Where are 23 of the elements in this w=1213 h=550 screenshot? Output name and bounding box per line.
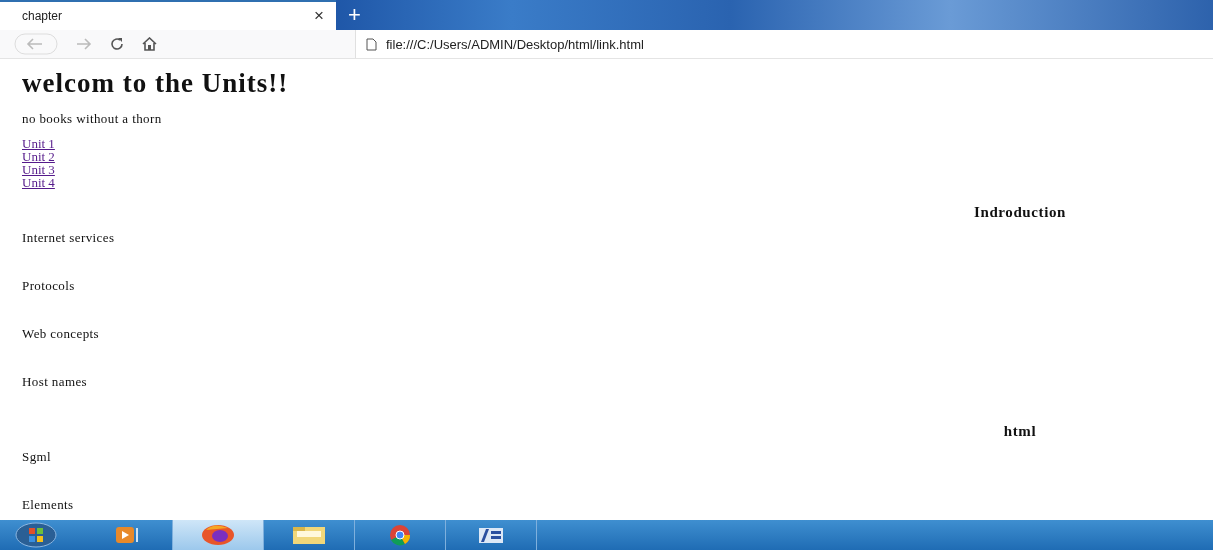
new-tab-button[interactable]: + <box>338 4 371 26</box>
taskbar-button[interactable] <box>173 520 264 550</box>
reload-icon[interactable] <box>110 37 124 51</box>
close-icon[interactable]: × <box>314 6 324 26</box>
tagline: no books without a thorn <box>22 111 163 127</box>
unit-link[interactable]: Unit 4 <box>22 176 55 189</box>
unit-link[interactable]: Unit 1 <box>22 137 55 150</box>
play-icon <box>116 527 138 543</box>
section-text: Web concepts <box>22 326 100 342</box>
section-text: Protocols <box>22 278 75 294</box>
section-text: Sgml <box>22 449 52 465</box>
section-text: Elements <box>22 497 74 513</box>
page-icon <box>366 37 377 51</box>
page-heading: welcom to the Units!! <box>22 67 290 99</box>
unit-link[interactable]: Unit 3 <box>22 163 55 176</box>
unit-link[interactable]: Unit 2 <box>22 150 55 163</box>
address-bar[interactable]: file:///C:/Users/ADMIN/Desktop/html/link.html <box>355 30 1213 58</box>
start-button[interactable] <box>14 522 58 548</box>
section-heading: Indroduction <box>973 203 1067 221</box>
section-text: Host names <box>22 374 88 390</box>
home-icon[interactable] <box>142 37 157 51</box>
section-heading: html <box>1002 422 1038 440</box>
section-text: Internet services <box>22 230 115 246</box>
